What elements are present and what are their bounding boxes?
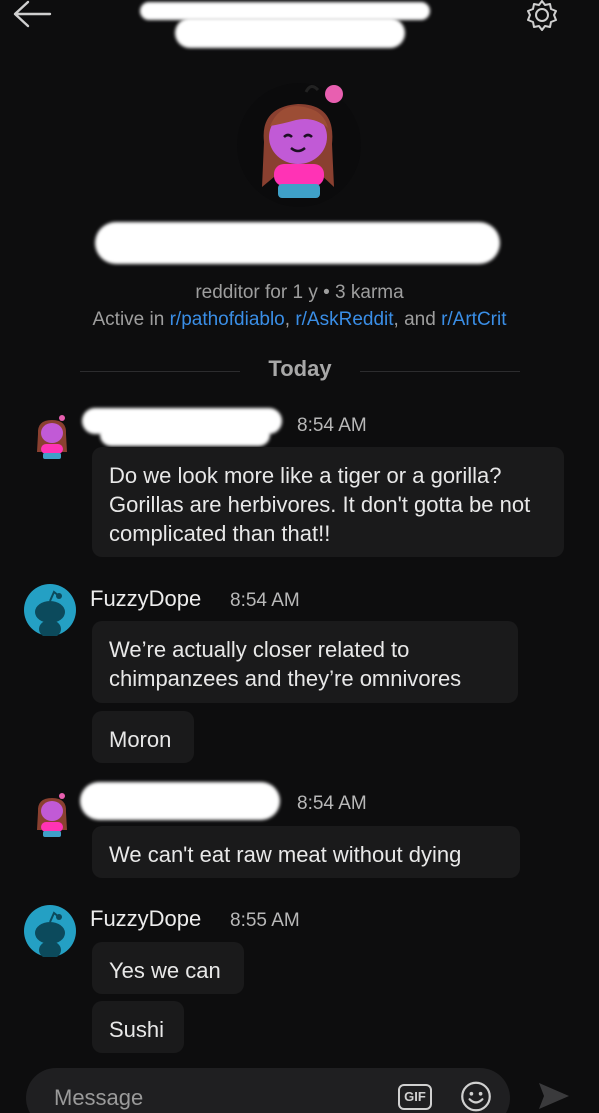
avatar[interactable] [32, 792, 72, 838]
divider-left [80, 371, 240, 372]
message-bubble[interactable]: Moron [92, 711, 194, 763]
sender-name-redacted [80, 782, 280, 820]
gear-icon [527, 0, 557, 31]
avatar[interactable] [24, 584, 76, 638]
message-time: 8:55 AM [230, 910, 300, 931]
arrow-left-icon [13, 0, 52, 28]
message-input[interactable]: Message [54, 1085, 143, 1111]
date-divider: Today [268, 356, 332, 381]
settings-button[interactable] [522, 0, 562, 34]
active-communities: Active in r/pathofdiablo, r/AskReddit, a… [92, 309, 507, 330]
message-time: 8:54 AM [230, 590, 300, 611]
community-link-pathofdiablo[interactable]: r/pathofdiablo [170, 309, 285, 330]
community-link-askreddit[interactable]: r/AskReddit [295, 309, 393, 330]
gif-icon: GIF [404, 1089, 426, 1104]
snoo-avatar-icon [24, 905, 76, 959]
page-title-redacted-2 [175, 18, 405, 48]
sender-name-redacted-2 [100, 424, 270, 446]
girl-avatar-icon [37, 415, 67, 459]
message-bubble[interactable]: We can't eat raw meat without dying [92, 826, 520, 878]
message-bubble[interactable]: We’re actually closer related to chimpan… [92, 621, 518, 703]
avatar[interactable] [24, 905, 76, 959]
send-icon [539, 1083, 569, 1109]
emoji-button[interactable] [458, 1080, 494, 1113]
profile-stats: redditor for 1 y • 3 karma [195, 282, 404, 303]
community-link-artcrit[interactable]: r/ArtCrit [441, 309, 506, 330]
snoo-avatar-icon [24, 584, 76, 638]
send-button[interactable] [536, 1080, 572, 1113]
profile-avatar[interactable] [236, 82, 362, 208]
message-time: 8:54 AM [297, 415, 367, 436]
message-time: 8:54 AM [297, 793, 367, 814]
gif-button[interactable]: GIF [398, 1084, 432, 1110]
avatar[interactable] [32, 414, 72, 460]
sender-name[interactable]: FuzzyDope [90, 906, 201, 932]
profile-name-redacted [95, 222, 500, 264]
message-bubble[interactable]: Yes we can [92, 942, 244, 994]
back-button[interactable] [10, 0, 54, 32]
divider-right [360, 371, 520, 372]
girl-avatar-icon [37, 793, 67, 837]
message-bubble[interactable]: Do we look more like a tiger or a gorill… [92, 447, 564, 557]
sender-name[interactable]: FuzzyDope [90, 586, 201, 612]
emoji-icon [461, 1081, 491, 1112]
message-bubble[interactable]: Sushi [92, 1001, 184, 1053]
